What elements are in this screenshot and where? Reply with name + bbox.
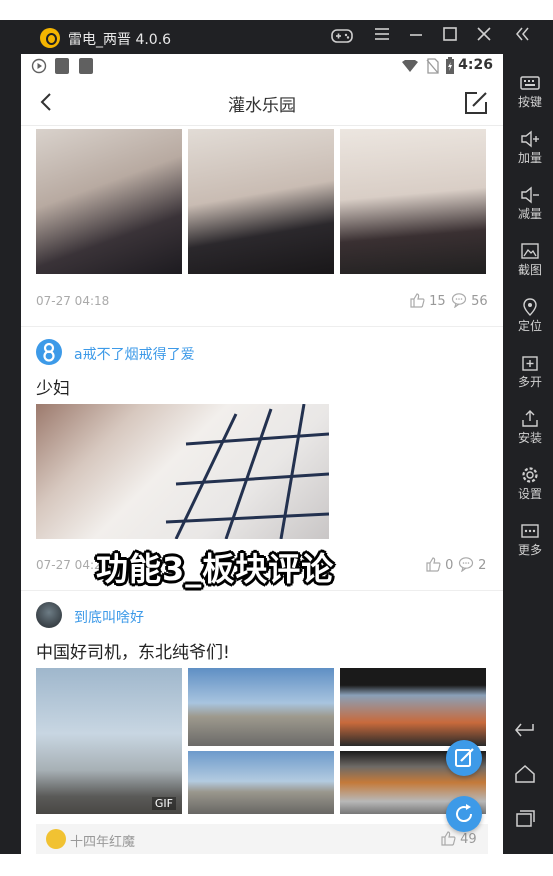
write-post-button[interactable] [446, 740, 482, 776]
gamepad-icon[interactable] [330, 26, 354, 48]
sidebar-volume-up-button[interactable]: 加量 [507, 126, 553, 182]
like-button[interactable]: 15 [409, 292, 446, 309]
phone-screen: 4:26 灌水乐园 07-27 04:18 15 56 a戒不了烟戒得了爱 少妇… [21, 54, 503, 854]
post-text[interactable]: 中国好司机，东北纯爷们! [36, 638, 230, 663]
sidebar-keys-label: 按键 [517, 95, 542, 109]
sidebar-keys-button[interactable]: 按键 [507, 70, 553, 126]
comment-icon [458, 557, 474, 573]
post-divider [21, 326, 503, 327]
android-statusbar: 4:26 [21, 54, 503, 78]
thumbs-up-icon [426, 557, 441, 572]
location-icon [523, 298, 537, 316]
sidebar-screenshot-button[interactable]: 截图 [507, 238, 553, 294]
comment-icon [451, 293, 467, 309]
like-count: 15 [429, 294, 446, 309]
keyboard-icon [520, 76, 540, 90]
thumbs-up-icon [410, 293, 425, 308]
emulator-logo-icon [40, 28, 60, 48]
top-margin [0, 0, 553, 20]
sidebar-more-button[interactable]: 更多 [507, 518, 553, 574]
sidebar-screenshot-label: 截图 [517, 263, 542, 277]
photo-pattern [165, 404, 329, 539]
post-photo[interactable]: GIF [36, 668, 182, 814]
comment-button[interactable]: 56 [451, 292, 488, 309]
post-photo[interactable] [188, 129, 334, 274]
wifi-icon [402, 60, 418, 72]
android-recents-icon[interactable] [513, 806, 537, 830]
media-play-icon [31, 58, 47, 74]
screenshot-icon [521, 243, 539, 259]
android-home-icon[interactable] [513, 762, 537, 786]
refresh-icon [456, 804, 473, 823]
sidebar-settings-button[interactable]: 设置 [507, 462, 553, 518]
emulator-title: 雷电_两晋 4.0.6 [68, 32, 172, 48]
comment-button[interactable]: 2 [458, 556, 486, 573]
avatar [46, 829, 66, 849]
compose-button[interactable] [463, 90, 489, 116]
post-photo[interactable] [36, 404, 329, 539]
minimize-icon[interactable] [404, 26, 428, 48]
username[interactable]: a戒不了烟戒得了爱 [74, 344, 195, 364]
comment-count: 56 [471, 294, 488, 309]
post-photo[interactable] [340, 129, 486, 274]
avatar[interactable] [36, 602, 62, 628]
emulator-titlebar: 雷电_两晋 4.0.6 [0, 20, 553, 54]
sidebar-install-label: 安装 [517, 431, 542, 445]
install-icon [522, 410, 538, 427]
gif-badge: GIF [151, 797, 176, 810]
post-date: 07-27 04:18 [36, 294, 110, 308]
gear-icon [522, 467, 538, 483]
edit-icon [455, 748, 474, 767]
refresh-button[interactable] [446, 796, 482, 832]
post-photo[interactable] [340, 668, 486, 746]
sidebar-multi-button[interactable]: 多开 [507, 350, 553, 406]
volume-down-icon [521, 186, 539, 204]
no-sim-icon [426, 58, 439, 74]
post-text[interactable]: 少妇 [36, 374, 70, 399]
comment-username: 十四年红魔 [70, 835, 136, 850]
username[interactable]: 到底叫啥好 [74, 607, 144, 627]
sidebar-settings-label: 设置 [517, 487, 542, 501]
menu-icon[interactable] [370, 26, 394, 48]
notification-icon [55, 58, 69, 74]
battery-charging-icon [446, 57, 454, 74]
notification-icon [79, 58, 93, 74]
avatar[interactable] [36, 339, 62, 365]
sidebar-multi-label: 多开 [517, 375, 542, 389]
android-back-icon[interactable] [513, 718, 537, 742]
maximize-icon[interactable] [438, 26, 462, 48]
more-icon [521, 524, 539, 538]
thumbs-up-icon [441, 831, 456, 846]
collapse-sidebar-icon[interactable] [510, 26, 534, 48]
emulator-frame-left [0, 20, 21, 854]
sidebar-install-button[interactable]: 安装 [507, 406, 553, 462]
like-count: 0 [445, 558, 454, 573]
status-time: 4:26 [458, 57, 493, 73]
volume-up-icon [521, 130, 539, 148]
sidebar-location-label: 定位 [517, 319, 542, 333]
sidebar-more-label: 更多 [517, 543, 542, 557]
comment-preview[interactable]: 十四年红魔 49 [36, 824, 488, 854]
close-icon[interactable] [472, 26, 496, 48]
sidebar-volume-down-button[interactable]: 减量 [507, 182, 553, 238]
app-header: 灌水乐园 [21, 78, 503, 126]
like-button[interactable]: 49 [440, 830, 477, 847]
post-photo[interactable] [36, 129, 182, 274]
multi-instance-icon [522, 356, 538, 371]
sidebar-volume-down-label: 减量 [517, 207, 542, 221]
overlay-caption: 功能3_板块评论 [96, 550, 335, 588]
comment-count: 2 [478, 558, 487, 573]
page-title: 灌水乐园 [228, 96, 296, 116]
post-photo[interactable] [188, 668, 334, 746]
emulator-sidebar: 按键 加量 减量 截图 定位 多开 安装 设置 更多 [503, 54, 553, 854]
post-photo[interactable] [188, 751, 334, 814]
post-divider [21, 590, 503, 591]
like-count: 49 [460, 832, 477, 847]
sidebar-location-button[interactable]: 定位 [507, 294, 553, 350]
bottom-margin [0, 854, 553, 876]
sidebar-volume-up-label: 加量 [517, 151, 542, 165]
like-button[interactable]: 0 [425, 556, 453, 573]
